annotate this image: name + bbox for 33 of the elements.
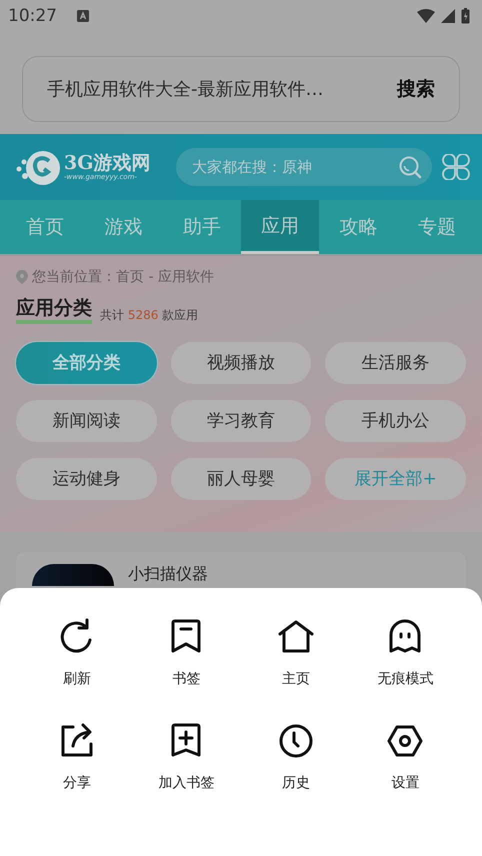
signal-icon [441, 9, 455, 23]
menu-item[interactable]: 无痕模式 [350, 618, 460, 688]
breadcrumb: 您当前位置：首页 - 应用软件 [32, 268, 214, 286]
grid-menu-icon[interactable] [442, 154, 470, 180]
notification-icon [77, 10, 89, 22]
address-bar[interactable]: 手机应用软件大全-最新应用软件… 搜索 [22, 56, 460, 122]
search-button[interactable]: 搜索 [397, 76, 435, 102]
clock-icon [278, 722, 314, 760]
category-chip[interactable]: 视频播放 [170, 342, 312, 384]
search-icon[interactable] [398, 155, 422, 179]
menu-item[interactable]: 刷新 [22, 618, 132, 688]
section-title: 应用分类 [16, 298, 92, 324]
menu-item[interactable]: 主页 [241, 618, 350, 688]
category-chip[interactable]: 学习教育 [170, 400, 312, 442]
battery-icon [461, 8, 470, 24]
menu-item[interactable]: 分享 [22, 722, 132, 792]
wifi-icon [417, 9, 435, 23]
site-search-field[interactable]: 大家都在搜：原神 [176, 148, 432, 186]
category-chip[interactable]: 新闻阅读 [16, 400, 157, 442]
menu-item[interactable]: 设置 [350, 722, 460, 792]
category-chip[interactable]: 手机办公 [325, 400, 466, 442]
app-title: 小扫描仪器 [128, 566, 208, 582]
menu-item[interactable]: 书签 [132, 618, 241, 688]
category-chip[interactable]: 丽人母婴 [170, 458, 312, 500]
location-pin-icon [16, 270, 28, 284]
status-time: 10:27 [8, 6, 57, 26]
category-chip[interactable]: 生活服务 [325, 342, 466, 384]
site-logo-name: 3G游戏网 [64, 152, 150, 174]
category-chip[interactable]: 运动健身 [16, 458, 157, 500]
app-icon [32, 564, 114, 586]
menu-item[interactable]: 加入书签 [132, 722, 241, 792]
menu-item[interactable]: 历史 [241, 722, 350, 792]
app-count: 共计 5286 款应用 [100, 306, 198, 324]
